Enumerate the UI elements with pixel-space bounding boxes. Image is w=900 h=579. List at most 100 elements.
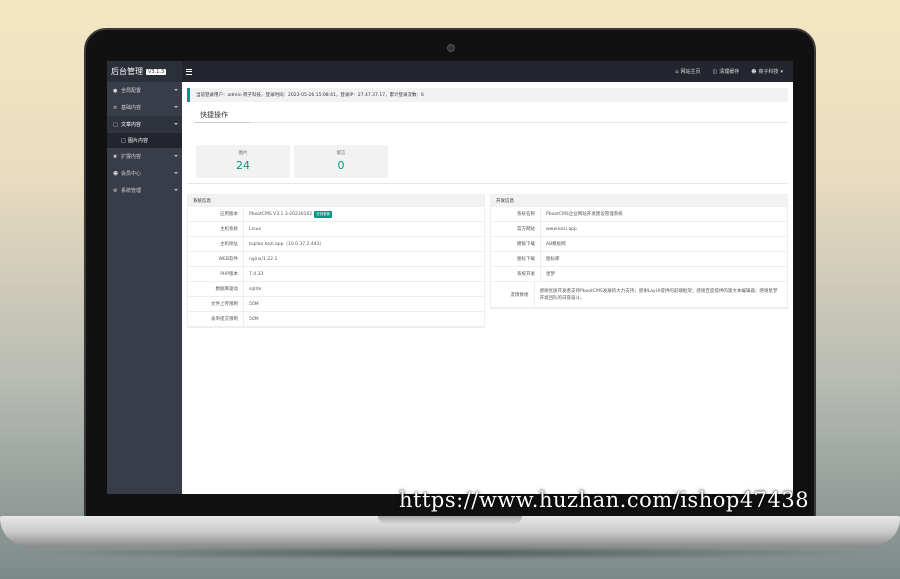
clear-cache-link[interactable]: ◫ 清理缓存 <box>712 68 740 76</box>
stat-card-messages[interactable]: 留言 0 <box>294 145 388 178</box>
official-site-link[interactable]: www.kezi.app <box>541 222 577 236</box>
row-key: 系统开发 <box>491 267 541 281</box>
icon-download-link[interactable]: 图标库 <box>541 252 560 266</box>
panel-title: 系统信息 <box>188 195 484 207</box>
main-content: 当前登录用户：admin 荷子科技，登录时间：2023-05-26 15:08:… <box>182 82 793 494</box>
sidebar-item-article-content[interactable]: □ 文章内容 <box>107 116 182 133</box>
row-value: Linux <box>249 226 262 232</box>
sidebar-subitem-images[interactable]: □ 图片内容 <box>107 133 182 148</box>
chevron-down-icon <box>174 89 178 91</box>
file-icon: □ <box>113 121 118 128</box>
table-row: 模板下载 AB模板网 <box>491 237 787 252</box>
app-logo[interactable]: 后台管理 V3.1.3 <box>107 61 182 82</box>
panel-title: 开发信息 <box>491 195 787 207</box>
row-value: 星梦 <box>546 272 555 277</box>
list-icon: ≡ <box>113 104 118 111</box>
stat-value: 0 <box>337 159 345 172</box>
home-link[interactable]: ⌂ 网站主页 <box>675 68 701 76</box>
trash-icon: ◫ <box>712 68 718 75</box>
clear-cache-label: 清理缓存 <box>719 69 740 75</box>
system-info-panel: 系统信息 应用版本 PbootCMS V3.1.3-20230102 在线更新 … <box>187 194 485 328</box>
gear-icon: ⚙ <box>113 187 118 194</box>
sidebar-item-label: 扩展内容 <box>121 154 142 160</box>
row-key: 系统名称 <box>491 207 541 221</box>
camera-icon <box>447 44 455 52</box>
sidebar-item-system-manage[interactable]: ⚙ 系统管理 <box>107 182 182 199</box>
chevron-down-icon <box>174 123 178 125</box>
table-row: 系统名称 PbootCMS企业网站开发建设管理系统 <box>491 207 787 222</box>
row-key: 图标下载 <box>491 252 541 266</box>
row-value: PbootCMS V3.1.3-20230102 在线更新 <box>244 207 333 221</box>
row-key: WEB软件 <box>188 252 244 266</box>
sidebar-item-basic-content[interactable]: ≡ 基础内容 <box>107 99 182 116</box>
row-value: sqlite <box>249 286 262 292</box>
sidebar-item-global-config[interactable]: ● 全局配置 <box>107 82 182 99</box>
version-badge: V3.1.3 <box>146 68 167 75</box>
row-key: 应用版本 <box>188 207 244 221</box>
globe-icon: ● <box>113 87 118 94</box>
user-name: 荷子科技 <box>758 69 779 75</box>
developer-info-panel: 开发信息 系统名称 PbootCMS企业网站开发建设管理系统 官方网站 www.… <box>490 194 788 309</box>
sidebar-item-extended-content[interactable]: ✖ 扩展内容 <box>107 148 182 165</box>
sidebar-subitem-label: 图片内容 <box>128 138 149 144</box>
row-value: tuplan.kezi.app（10.0.37.2:443） <box>249 242 325 247</box>
laptop-notch <box>378 516 522 524</box>
row-key: 主机系统 <box>188 222 244 236</box>
row-value: 7.4.33 <box>249 271 264 277</box>
watermark-text: https://www.huzhan.com/ishop47438 <box>399 488 810 512</box>
stat-label: 图片 <box>238 151 248 156</box>
logo-text: 后台管理 <box>111 67 143 76</box>
row-value: 50M <box>249 301 259 307</box>
row-key: 主机地址 <box>188 237 244 251</box>
chevron-down-icon <box>174 172 178 174</box>
sidebar-item-member-center[interactable]: ☻ 会员中心 <box>107 165 182 182</box>
sidebar-item-label: 文章内容 <box>121 122 142 128</box>
menu-toggle-icon[interactable] <box>184 68 194 76</box>
stat-card-images[interactable]: 图片 24 <box>196 145 290 178</box>
quick-actions-title: 快捷操作 <box>200 111 228 119</box>
row-value: 感谢优质开发者支持PbootCMS发展的大力支持；感谢LayUI提供的前端框架；… <box>539 288 778 301</box>
row-value: nginx/1.22.1 <box>249 256 278 262</box>
user-icon: ☻ <box>751 68 757 75</box>
table-row: 官方网站 www.kezi.app <box>491 222 787 237</box>
expand-icon: ✖ <box>113 153 118 160</box>
laptop-shadow <box>20 546 880 560</box>
user-menu[interactable]: ☻ 荷子科技 ▾ <box>751 68 783 76</box>
row-value: 50M <box>249 316 259 322</box>
table-row: 图标下载 图标库 <box>491 252 787 267</box>
sidebar-item-label: 系统管理 <box>121 188 142 194</box>
online-update-button[interactable]: 在线更新 <box>314 210 333 218</box>
user-icon: ☻ <box>113 170 119 177</box>
sidebar-item-label: 会员中心 <box>121 171 142 177</box>
section-divider <box>187 183 788 184</box>
chevron-down-icon <box>174 106 178 108</box>
login-info-bar: 当前登录用户：admin 荷子科技，登录时间：2023-05-26 15:08:… <box>187 88 788 102</box>
home-icon: ⌂ <box>675 68 679 75</box>
table-row: WEB软件 nginx/1.22.1 <box>188 252 484 267</box>
version-text: PbootCMS V3.1.3-20230102 <box>249 211 313 217</box>
login-info-text: 当前登录用户：admin 荷子科技，登录时间：2023-05-26 15:08:… <box>196 93 424 98</box>
table-row: 应用版本 PbootCMS V3.1.3-20230102 在线更新 <box>188 207 484 222</box>
row-key: PHP版本 <box>188 267 244 281</box>
sidebar-item-label: 基础内容 <box>121 105 142 111</box>
quick-actions-divider <box>194 122 788 123</box>
table-row: 主机系统 Linux <box>188 222 484 237</box>
row-key: 模板下载 <box>491 237 541 251</box>
image-icon: □ <box>121 137 126 144</box>
row-key: 友情致谢 <box>491 282 535 307</box>
admin-screen: 后台管理 V3.1.3 ● 全局配置 ≡ 基础内容 □ 文章内容 □ 图片内容 … <box>107 61 793 494</box>
table-row: 系统开发 星梦 <box>491 267 787 282</box>
stat-label: 留言 <box>336 151 346 156</box>
template-download-link[interactable]: AB模板网 <box>541 237 566 251</box>
table-row: 文件上传限制 50M <box>188 297 484 312</box>
row-key: 官方网站 <box>491 222 541 236</box>
topbar: ⌂ 网站主页 ◫ 清理缓存 ☻ 荷子科技 ▾ <box>182 61 793 82</box>
row-key: 数据库驱动 <box>188 282 244 296</box>
sidebar-item-label: 全局配置 <box>121 88 142 94</box>
table-row: 表单提交限制 50M <box>188 312 484 327</box>
table-row: 主机地址 tuplan.kezi.app（10.0.37.2:443） <box>188 237 484 252</box>
home-link-label: 网站主页 <box>680 69 701 75</box>
chevron-down-icon <box>174 155 178 157</box>
caret-down-icon: ▾ <box>780 68 783 75</box>
sidebar: 后台管理 V3.1.3 ● 全局配置 ≡ 基础内容 □ 文章内容 □ 图片内容 … <box>107 61 182 494</box>
